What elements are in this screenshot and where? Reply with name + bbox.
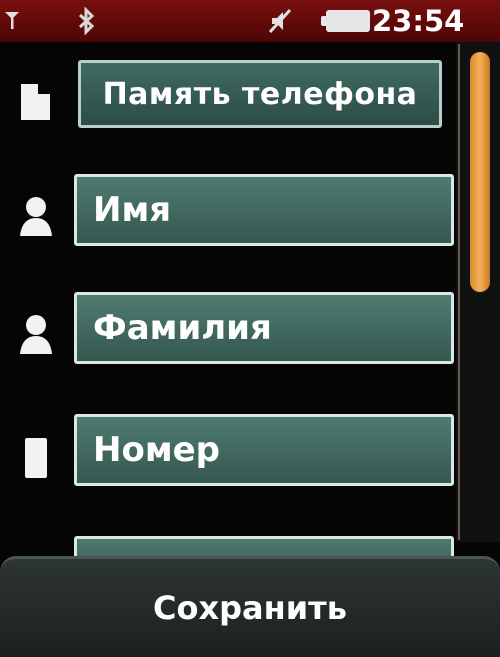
storage-selector[interactable]: Память телефона (78, 60, 442, 128)
phone-number-icon (25, 438, 47, 478)
clock: 23:54 (372, 4, 465, 38)
person-icon (20, 197, 52, 236)
signal-icon (5, 12, 19, 29)
save-button[interactable]: Сохранить (0, 559, 500, 657)
bluetooth-icon (78, 7, 95, 35)
softkey-bar: Сохранить (0, 556, 500, 657)
last-name-field[interactable]: Фамилия (74, 292, 454, 364)
phone-memory-icon (21, 84, 50, 120)
person-icon (20, 315, 52, 354)
phone-number-field[interactable]: Номер (74, 414, 454, 486)
contact-form: Память телефона Имя Фамилия Номер (0, 42, 500, 576)
silent-mode-icon (268, 8, 292, 34)
scrollbar-thumb[interactable] (470, 52, 490, 292)
first-name-field[interactable]: Имя (74, 174, 454, 246)
status-bar: 23:54 (0, 0, 500, 42)
battery-icon (321, 10, 370, 32)
